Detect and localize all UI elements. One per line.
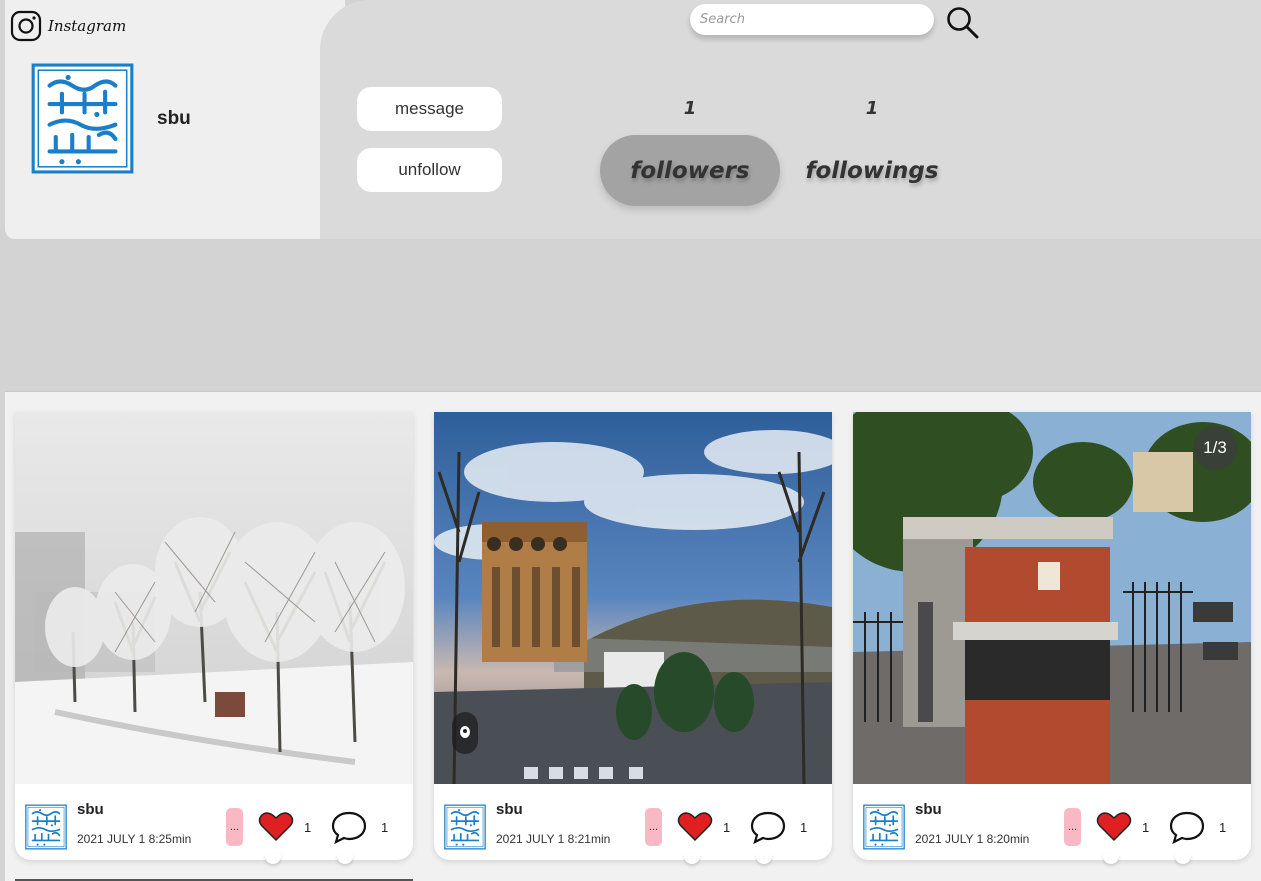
- post-image-campus-skyline[interactable]: [434, 412, 832, 784]
- more-options-button[interactable]: ...: [226, 808, 243, 846]
- post-card[interactable]: sbu 2021 JULY 1 8:21min ... 1 1: [434, 412, 832, 864]
- comment-icon[interactable]: [750, 810, 786, 844]
- post-card[interactable]: sbu 2021 JULY 1 8:25min ... 1 1: [15, 412, 413, 864]
- heart-icon[interactable]: [677, 810, 713, 842]
- like-count: 1: [1142, 820, 1150, 835]
- followers-button[interactable]: followers: [600, 135, 780, 206]
- post-image-snowy-campus[interactable]: [15, 412, 413, 784]
- post-footer: sbu 2021 JULY 1 8:20min ... 1 1: [853, 784, 1251, 864]
- search-box[interactable]: [690, 4, 934, 35]
- post-username[interactable]: sbu: [496, 801, 523, 818]
- message-button[interactable]: message: [357, 87, 502, 131]
- post-avatar[interactable]: [444, 804, 486, 850]
- post-image-university-gate[interactable]: [853, 412, 1251, 784]
- comment-count: 1: [800, 820, 808, 835]
- comment-count: 1: [1219, 820, 1227, 835]
- profile-avatar: [31, 63, 134, 174]
- unfollow-button[interactable]: unfollow: [357, 148, 502, 192]
- post-avatar[interactable]: [863, 804, 905, 850]
- video-indicator-button[interactable]: [452, 712, 478, 754]
- post-avatar[interactable]: [25, 804, 67, 850]
- heart-icon[interactable]: [1096, 810, 1132, 842]
- comment-icon[interactable]: [331, 810, 367, 844]
- comment-icon[interactable]: [1169, 810, 1205, 844]
- location-pin-icon: [460, 726, 470, 738]
- more-options-button[interactable]: ...: [1064, 808, 1081, 846]
- post-username[interactable]: sbu: [915, 801, 942, 818]
- brand[interactable]: Instagram: [10, 10, 126, 42]
- like-count: 1: [304, 820, 312, 835]
- followers-count: 1: [683, 98, 697, 119]
- post-footer: sbu 2021 JULY 1 8:25min ... 1 1: [15, 784, 413, 864]
- like-count: 1: [723, 820, 731, 835]
- post-footer: sbu 2021 JULY 1 8:21min ... 1 1: [434, 784, 832, 864]
- more-options-button[interactable]: ...: [645, 808, 662, 846]
- followings-button[interactable]: followings: [800, 135, 944, 206]
- search-icon[interactable]: [944, 5, 980, 39]
- profile-username: sbu: [157, 108, 191, 129]
- search-input[interactable]: [700, 12, 920, 27]
- heart-icon[interactable]: [258, 810, 294, 842]
- post-date: 2021 JULY 1 8:25min: [77, 832, 192, 846]
- gallery-counter[interactable]: 1/3: [1193, 426, 1237, 470]
- post-username[interactable]: sbu: [77, 801, 104, 818]
- comment-count: 1: [381, 820, 389, 835]
- instagram-icon: [10, 10, 42, 42]
- followings-count: 1: [865, 98, 879, 119]
- post-date: 2021 JULY 1 8:21min: [496, 832, 611, 846]
- post-card[interactable]: 1/3 sbu 2021 JULY 1 8:20min ... 1 1: [853, 412, 1251, 864]
- app-name: Instagram: [48, 17, 127, 35]
- post-date: 2021 JULY 1 8:20min: [915, 832, 1030, 846]
